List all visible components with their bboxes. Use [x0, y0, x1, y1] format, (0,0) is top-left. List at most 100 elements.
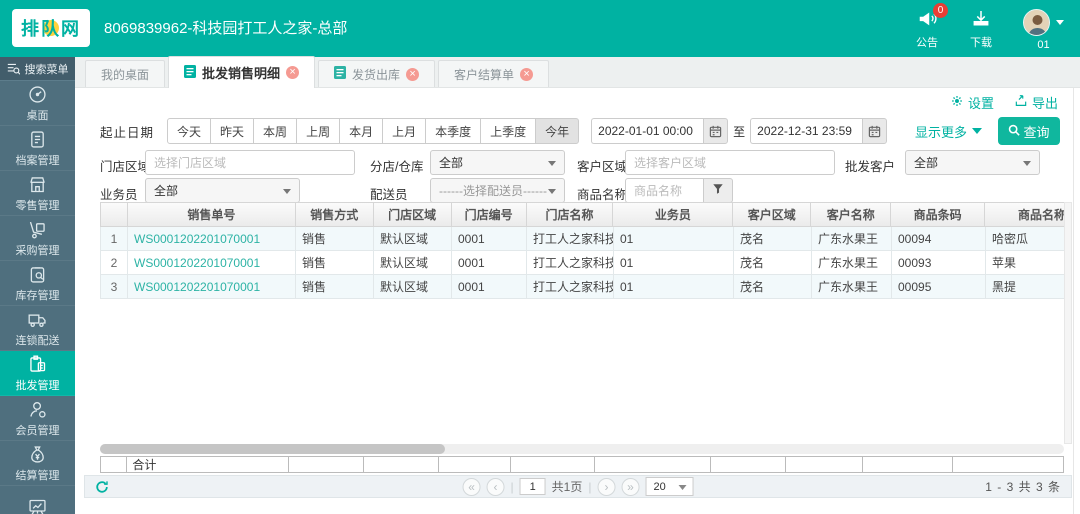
chevron-down-icon: [1023, 161, 1031, 166]
date-quick-last-week[interactable]: 上周: [296, 118, 341, 144]
header-cell[interactable]: 门店编号: [452, 203, 527, 226]
sidebar-search-menu[interactable]: 搜索菜单: [0, 57, 75, 81]
sidebar-item-desktop[interactable]: 桌面: [0, 81, 75, 126]
next-page-button[interactable]: [597, 477, 616, 496]
inventory-clipboard-icon: [27, 264, 48, 285]
first-page-button[interactable]: [462, 477, 481, 496]
date-quick-last-quarter[interactable]: 上季度: [480, 118, 537, 144]
query-button[interactable]: 查询: [998, 117, 1060, 145]
table-total-row: 合计: [100, 456, 1064, 473]
store-title: 8069839962-科技园打工人之家-总部: [104, 20, 348, 37]
sidebar-item-members[interactable]: 会员管理: [0, 396, 75, 441]
date-from-input[interactable]: [591, 118, 704, 144]
sales-order-link[interactable]: WS0001202201070001: [128, 251, 296, 274]
wholesale-customer-label: 批发客户: [845, 160, 896, 174]
archive-icon: [27, 129, 48, 150]
date-quick-this-week[interactable]: 本周: [253, 118, 298, 144]
header-actions: 0 公告 下载 01: [915, 3, 1064, 51]
scrollbar-thumb[interactable]: [100, 444, 445, 454]
close-icon[interactable]: [406, 67, 420, 81]
date-to-input[interactable]: [750, 118, 863, 144]
sidebar-item-retail[interactable]: 零售管理: [0, 171, 75, 216]
calendar-button[interactable]: [862, 118, 888, 144]
app-window: 排队网 8069839962-科技园打工人之家-总部 0 公告 下载 01 搜索…: [0, 0, 1080, 514]
header-cell[interactable]: 商品条码: [891, 203, 986, 226]
date-quick-yesterday[interactable]: 昨天: [210, 118, 255, 144]
settlement-moneybag-icon: [27, 444, 48, 465]
product-name-label: 商品名称: [577, 188, 628, 202]
sales-order-link[interactable]: WS0001202201070001: [128, 227, 296, 250]
header-cell[interactable]: 业务员: [613, 203, 734, 226]
header-cell[interactable]: 客户区域: [733, 203, 812, 226]
chevron-down-icon: [548, 189, 556, 194]
tab-shipment-outbound[interactable]: 发货出库: [318, 60, 436, 87]
sidebar-item-chain-delivery[interactable]: 连锁配送: [0, 306, 75, 351]
member-person-icon: [27, 399, 48, 420]
export-button[interactable]: 导出: [1014, 93, 1058, 112]
sales-detail-table: 销售单号 销售方式 门店区域 门店编号 门店名称 业务员 客户区域 客户名称 商…: [100, 202, 1064, 299]
branch-warehouse-select[interactable]: 全部: [430, 150, 565, 175]
record-range-label: 1 - 3 共 3 条: [985, 480, 1061, 494]
close-icon[interactable]: [286, 66, 300, 79]
avatar: [1023, 9, 1050, 36]
sidebar-item-procurement[interactable]: 采购管理: [0, 216, 75, 261]
chevron-down-icon: [972, 128, 982, 134]
product-filter-button[interactable]: [704, 178, 733, 203]
sidebar-item-archives[interactable]: 档案管理: [0, 126, 75, 171]
header-cell[interactable]: 客户名称: [811, 203, 892, 226]
dashboard-icon: [27, 84, 48, 105]
show-more-toggle[interactable]: 显示更多: [915, 122, 982, 141]
export-icon: [1014, 94, 1028, 111]
tab-customer-settlement[interactable]: 客户结算单: [438, 60, 550, 87]
filter-row-3: 业务员 全部 配送员 ------选择配送员------ 商品名称: [100, 177, 1062, 205]
header-cell[interactable]: 销售单号: [128, 203, 296, 226]
header-cell[interactable]: 门店名称: [527, 203, 614, 226]
sidebar-item-wholesale[interactable]: 批发管理: [0, 351, 75, 396]
refresh-button[interactable]: [95, 480, 109, 494]
table-row[interactable]: 3 WS0001202201070001 销售 默认区域 0001 打工人之家科…: [100, 275, 1064, 299]
table-row[interactable]: 1 WS0001202201070001 销售 默认区域 0001 打工人之家科…: [100, 227, 1064, 251]
calendar-button[interactable]: [703, 118, 729, 144]
date-quick-this-month[interactable]: 本月: [339, 118, 384, 144]
prev-page-button[interactable]: [486, 477, 505, 496]
delivery-person-select[interactable]: ------选择配送员------: [430, 178, 565, 203]
page-size-select[interactable]: 20: [645, 477, 694, 496]
store-region-input[interactable]: [145, 150, 355, 175]
brand-logo[interactable]: 排队网: [12, 9, 90, 47]
tab-wholesale-sales-detail[interactable]: 批发销售明细: [168, 56, 316, 88]
header-cell[interactable]: 商品名称: [985, 203, 1064, 226]
header-cell[interactable]: 门店区域: [374, 203, 452, 226]
store-region-label: 门店区域: [100, 160, 151, 174]
table-row[interactable]: 2 WS0001202201070001 销售 默认区域 0001 打工人之家科…: [100, 251, 1064, 275]
customer-region-input[interactable]: [625, 150, 835, 175]
sidebar-item-settlement[interactable]: 结算管理: [0, 441, 75, 486]
filter-row-2: 门店区域 分店/仓库 全部 客户区域 批发客户 全部: [100, 149, 1062, 177]
document-icon: [334, 66, 347, 82]
date-quick-this-year[interactable]: 今年: [535, 118, 580, 144]
download-button[interactable]: 下载: [969, 9, 993, 50]
user-menu[interactable]: 01: [1023, 9, 1064, 51]
horizontal-scrollbar[interactable]: [100, 444, 1064, 454]
salesman-select[interactable]: 全部: [145, 178, 300, 203]
settings-button[interactable]: 设置: [950, 93, 994, 112]
date-quick-last-month[interactable]: 上月: [382, 118, 427, 144]
delivery-person-label: 配送员: [370, 188, 408, 202]
announcement-badge: 0: [933, 3, 948, 18]
wholesale-customer-select[interactable]: 全部: [905, 150, 1040, 175]
tab-my-desktop[interactable]: 我的桌面: [85, 60, 166, 87]
announcements-button[interactable]: 0 公告: [915, 3, 948, 50]
chevron-down-icon: [1056, 20, 1064, 25]
product-name-input[interactable]: [625, 178, 704, 203]
header-cell[interactable]: 销售方式: [296, 203, 374, 226]
sidebar-item-reports[interactable]: [0, 486, 75, 514]
last-page-button[interactable]: [621, 477, 640, 496]
salesman-label: 业务员: [100, 188, 138, 202]
date-quick-group: 今天 昨天 本周 上周 本月 上月 本季度 上季度 今年: [167, 118, 580, 144]
date-quick-today[interactable]: 今天: [167, 118, 212, 144]
page-input[interactable]: [519, 478, 546, 495]
sales-order-link[interactable]: WS0001202201070001: [128, 275, 296, 298]
close-icon[interactable]: [520, 67, 534, 81]
sidebar-item-inventory[interactable]: 库存管理: [0, 261, 75, 306]
vertical-scrollbar[interactable]: [1064, 202, 1072, 444]
date-quick-this-quarter[interactable]: 本季度: [425, 118, 482, 144]
